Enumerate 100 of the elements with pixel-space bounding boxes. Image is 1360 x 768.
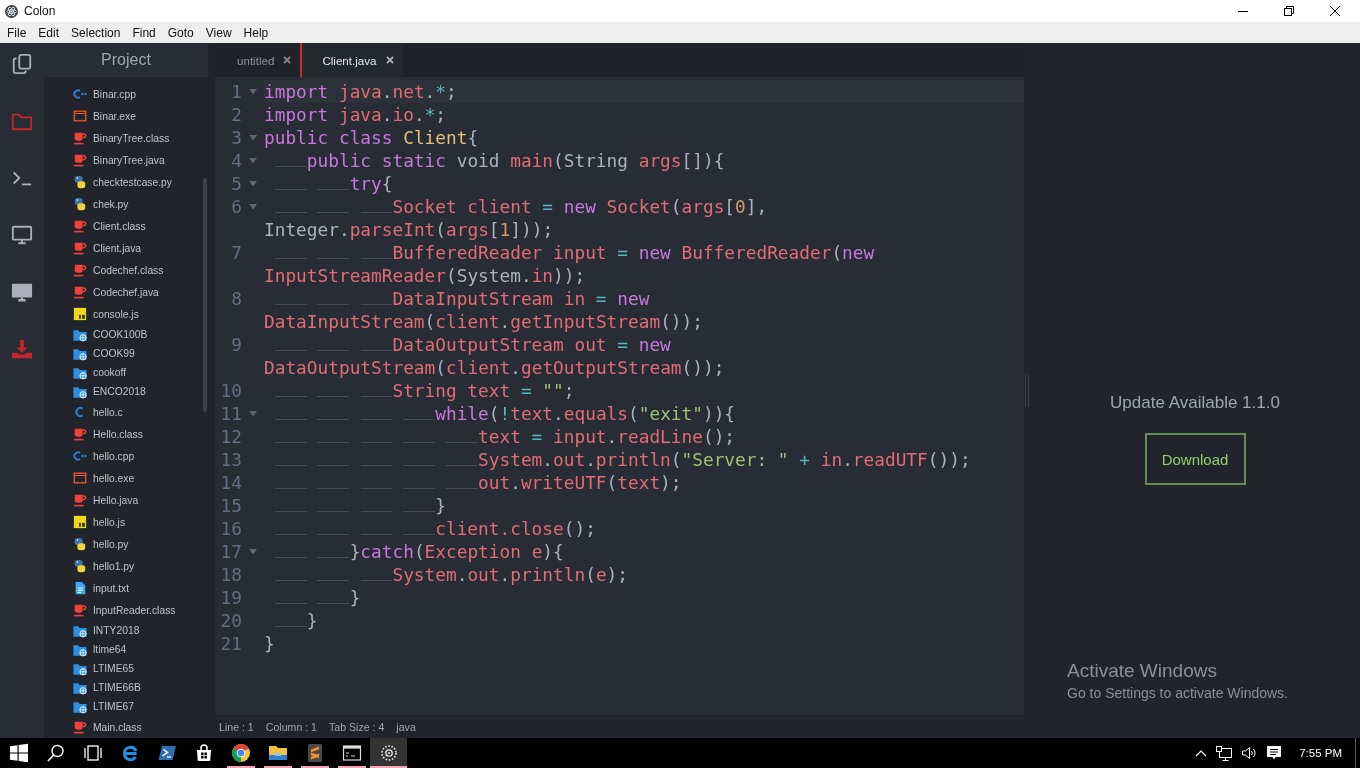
menu-item[interactable]: Help <box>237 25 275 40</box>
project-entry[interactable]: BinaryTree.java <box>73 149 165 171</box>
project-entry[interactable]: INTY2018 <box>73 621 140 640</box>
line-number: 15 <box>219 494 242 517</box>
project-entry[interactable]: Binar.exe <box>73 105 136 127</box>
tab[interactable]: untitled <box>215 43 301 77</box>
project-entry[interactable]: Binar.cpp <box>73 83 136 105</box>
project-entry[interactable]: hello1.py <box>73 555 135 577</box>
project-entry[interactable]: console.js <box>73 303 139 325</box>
project-entry[interactable]: LTIME67 <box>73 697 134 716</box>
project-entry[interactable]: Client.java <box>73 237 142 259</box>
fold-caret-icon[interactable] <box>249 180 257 187</box>
display-icon[interactable] <box>11 281 33 303</box>
network-icon[interactable] <box>1214 745 1233 761</box>
close-icon[interactable] <box>385 56 394 64</box>
web-folder-icon <box>73 384 87 399</box>
project-entry[interactable]: hello.cpp <box>73 445 135 467</box>
notification-icon[interactable] <box>1265 745 1282 761</box>
watermark-text: Go to Settings to activate Windows. <box>1067 684 1288 703</box>
web-folder-icon <box>73 623 87 638</box>
py-file-icon <box>73 175 87 189</box>
menu-item[interactable]: Selection <box>65 25 127 40</box>
cup-icon <box>73 603 87 617</box>
cup-icon <box>73 153 87 167</box>
project-entry[interactable]: BinaryTree.class <box>73 127 170 149</box>
speaker-icon[interactable] <box>1240 746 1257 760</box>
search-icon <box>45 743 66 763</box>
close-icon[interactable] <box>1330 6 1340 16</box>
web-folder-icon <box>73 327 87 342</box>
line-number: 19 <box>219 586 242 609</box>
project-entry[interactable]: Client.class <box>73 215 146 237</box>
fold-caret-icon[interactable] <box>249 203 257 210</box>
document-icon <box>73 581 87 595</box>
fold-caret-icon[interactable] <box>249 548 257 555</box>
project-entry[interactable]: hello.exe <box>73 467 135 489</box>
web-folder-icon <box>73 680 87 695</box>
py-file-icon <box>73 559 87 573</box>
menu-item[interactable]: View <box>199 25 238 40</box>
menu-item[interactable]: File <box>1 25 33 40</box>
project-entry[interactable]: chek.py <box>73 193 129 215</box>
code-line: public static void main(String args[]){ <box>264 149 725 172</box>
project-entry[interactable]: hello.py <box>73 533 129 555</box>
project-entry[interactable]: ltime64 <box>73 640 127 659</box>
code-line: }catch(Exception e){ <box>264 540 564 563</box>
project-entry[interactable]: checktestcase.py <box>73 171 172 193</box>
menu-item[interactable]: Edit <box>32 25 66 40</box>
download-button[interactable]: Download <box>1144 433 1246 485</box>
pages-icon[interactable] <box>11 53 33 75</box>
exe-file-icon <box>73 471 87 485</box>
code-line: String text = ""; <box>264 379 575 402</box>
taskbar-button[interactable] <box>370 738 407 768</box>
code-line: DataOutputStream out = new DataOutputStream(client.getOutputStream()); <box>264 333 726 379</box>
code-line: } <box>264 586 361 609</box>
download-icon[interactable] <box>11 338 33 360</box>
menu-item[interactable]: Goto <box>161 25 200 40</box>
line-number: 11 <box>219 402 242 425</box>
project-entry[interactable]: COOK100B <box>73 325 148 344</box>
line-number: 12 <box>219 425 242 448</box>
project-entry[interactable]: hello.c <box>73 401 123 423</box>
code-line: BufferedReader input = new BufferedReader(new InputStreamReader(System.in)); <box>264 241 876 287</box>
tab[interactable]: Client.java <box>300 43 403 77</box>
restore-icon[interactable] <box>1284 6 1294 16</box>
fold-caret-icon[interactable] <box>249 134 257 141</box>
project-entry[interactable]: ENCO2018 <box>73 382 146 401</box>
project-entry[interactable]: Main.class <box>73 716 142 738</box>
menu-item[interactable]: Find <box>126 25 162 40</box>
cup-icon <box>73 131 87 145</box>
code-line: out.writeUTF(text); <box>264 471 682 494</box>
line-number: 3 <box>230 126 242 149</box>
project-entry[interactable]: cookoff <box>73 363 126 382</box>
app-logo-icon <box>5 4 18 18</box>
project-entry[interactable]: LTIME65 <box>73 659 134 678</box>
project-entry[interactable]: Codechef.java <box>73 281 159 303</box>
code-line: import java.net.*; <box>264 80 457 103</box>
cup-icon <box>73 493 87 507</box>
project-entry[interactable]: hello.js <box>73 511 126 533</box>
fold-caret-icon[interactable] <box>249 410 257 417</box>
cpp-file-icon <box>73 449 87 463</box>
fold-caret-icon[interactable] <box>249 157 257 164</box>
fold-caret-icon[interactable] <box>249 88 257 95</box>
project-entry[interactable]: COOK99 <box>73 344 135 363</box>
project-entry[interactable]: Hello.class <box>73 423 143 445</box>
project-entry[interactable]: InputReader.class <box>73 599 176 621</box>
line-number: 10 <box>219 379 242 402</box>
project-entry[interactable]: Hello.java <box>73 489 139 511</box>
task-view-icon <box>82 743 103 763</box>
code-line: while(!text.equals("exit")){ <box>264 402 736 425</box>
line-number: 21 <box>219 632 242 655</box>
chevron-up-icon[interactable] <box>1195 748 1208 758</box>
monitor-icon[interactable] <box>11 224 33 246</box>
status-item: java <box>396 720 416 733</box>
cpp-file-icon <box>73 87 87 101</box>
code-line: } <box>264 494 446 517</box>
project-entry[interactable]: Codechef.class <box>73 259 164 281</box>
project-entry[interactable]: input.txt <box>73 577 130 599</box>
code-line: try{ <box>264 172 393 195</box>
line-number: 2 <box>230 103 242 126</box>
project-entry[interactable]: LTIME66B <box>73 678 141 697</box>
clock-text[interactable]: 7:55 PM <box>1286 747 1355 759</box>
line-number: 20 <box>219 609 242 632</box>
